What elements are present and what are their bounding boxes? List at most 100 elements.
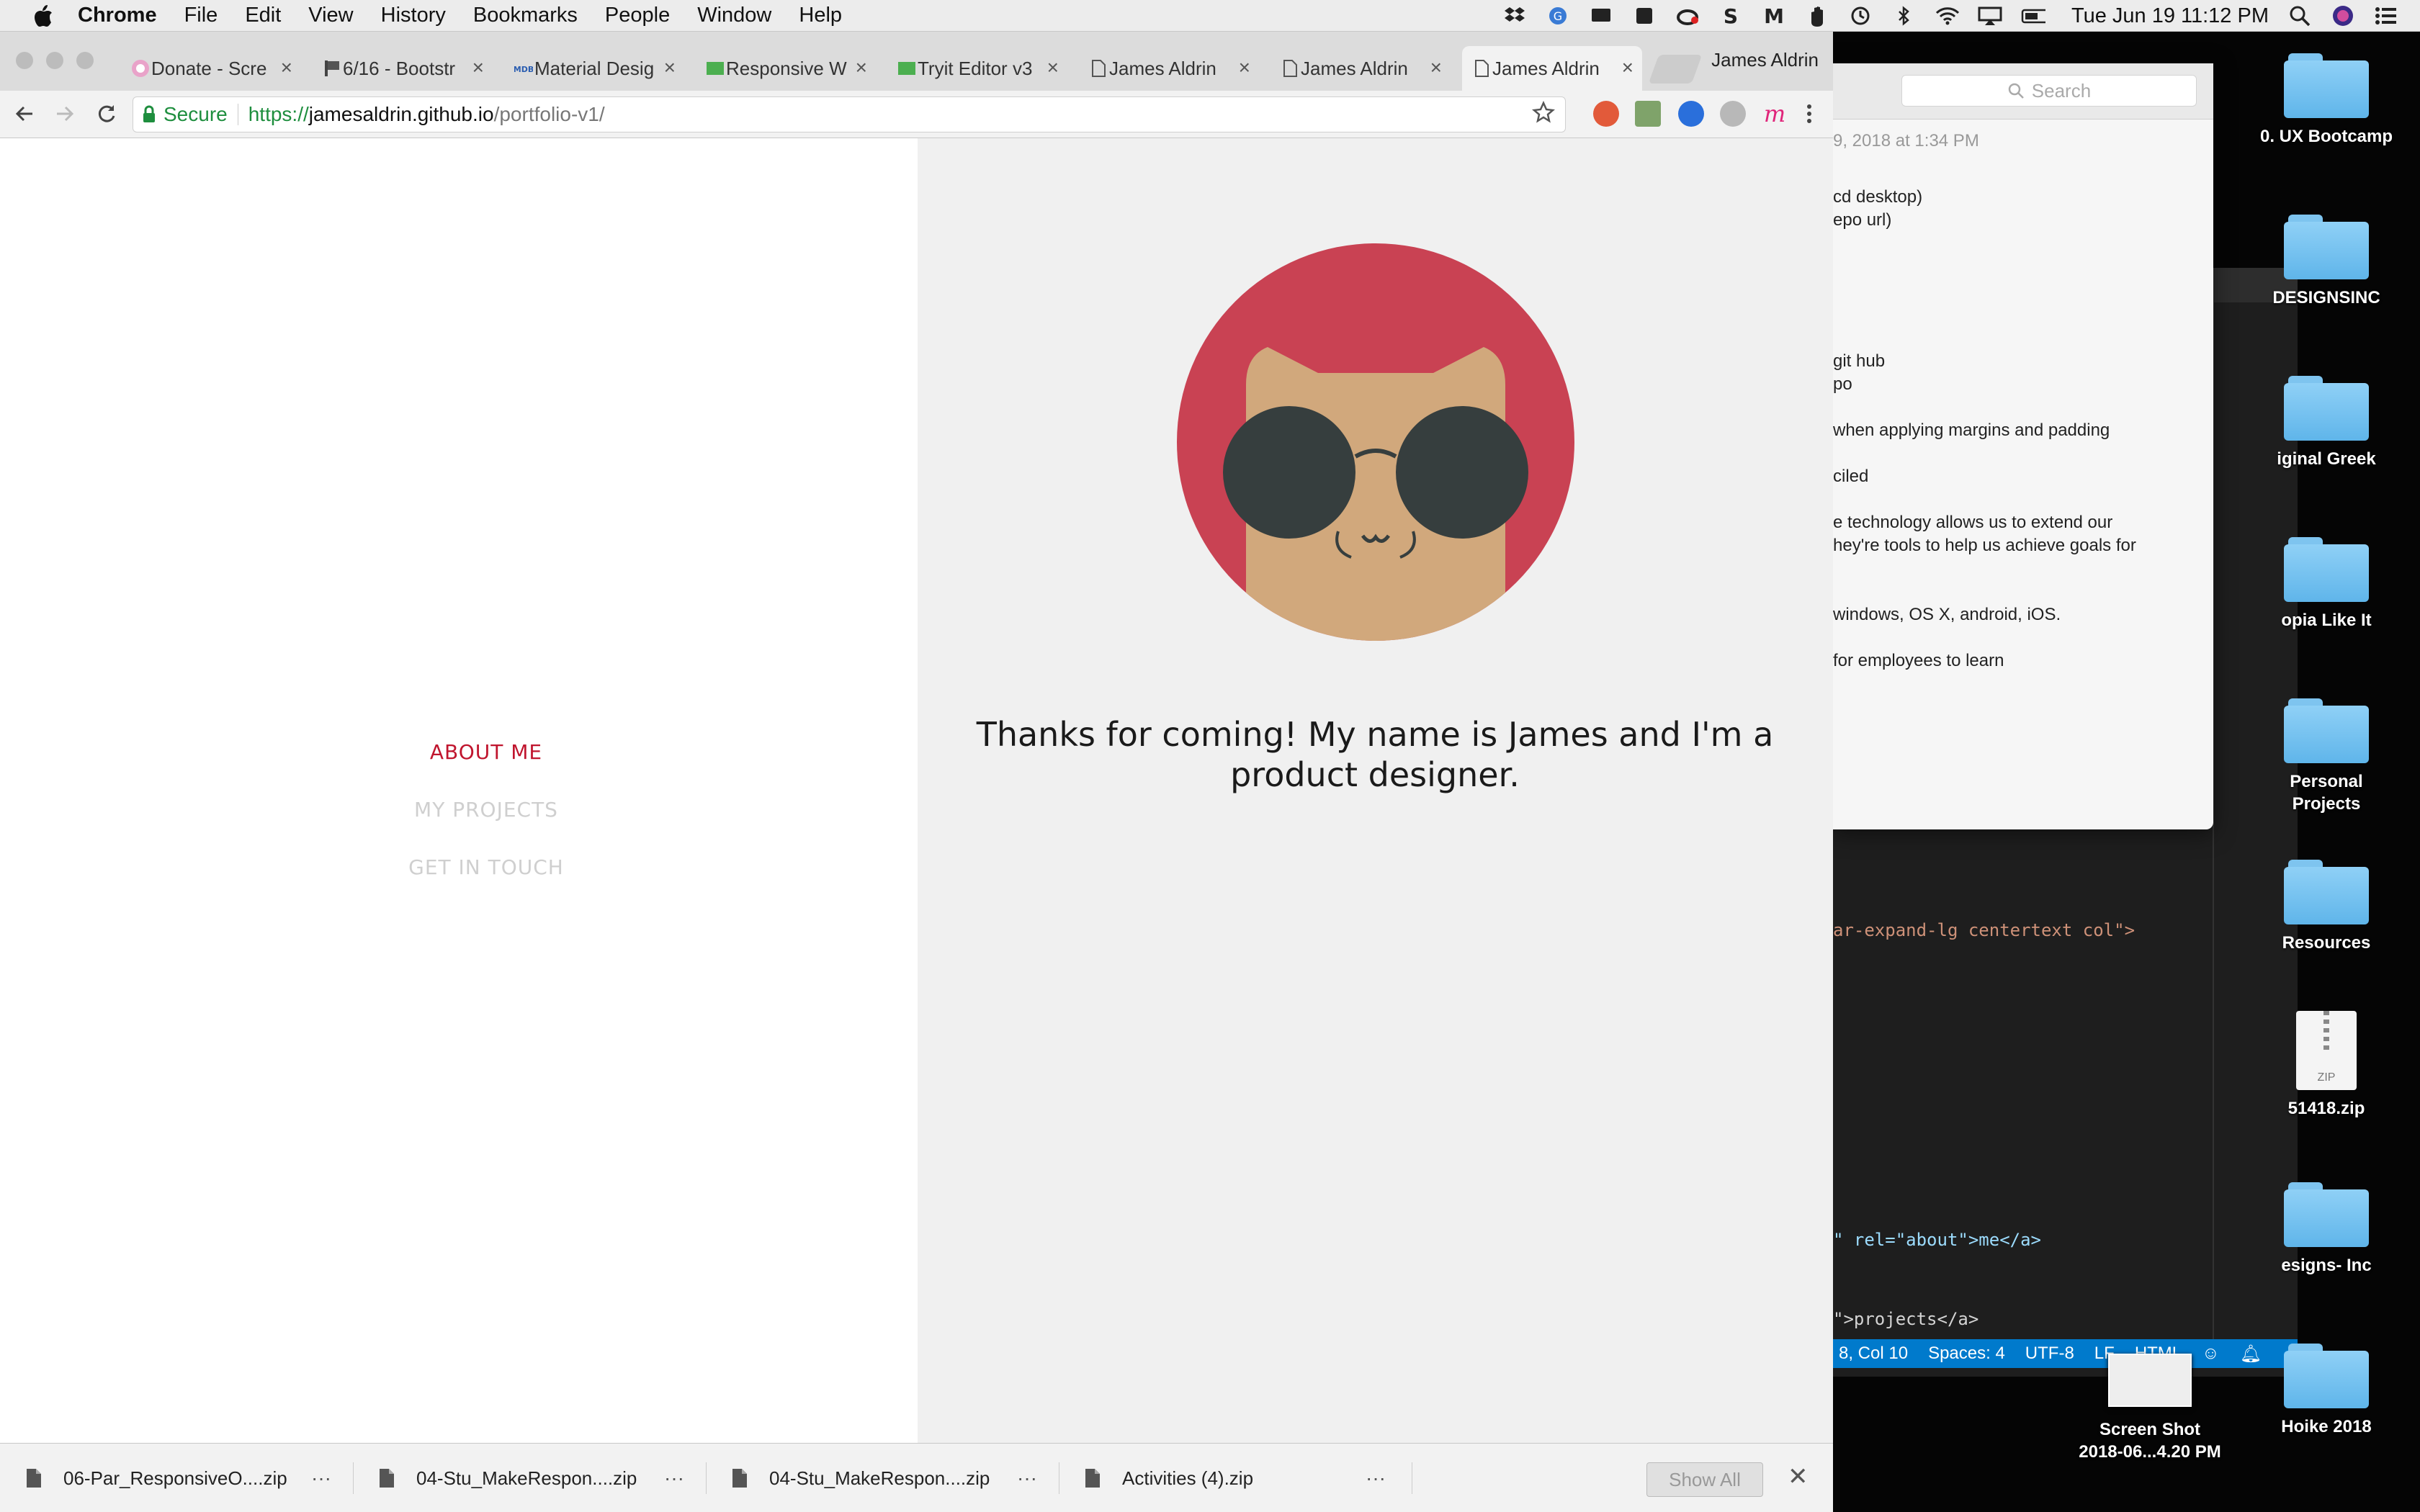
extension-icon[interactable] <box>1635 101 1661 127</box>
browser-tab[interactable]: James Aldrin × <box>1270 46 1451 91</box>
grammarly-icon[interactable]: G <box>1546 4 1570 28</box>
menu-app-name[interactable]: Chrome <box>78 4 157 27</box>
download-item[interactable]: Activities (4).zip ··· <box>1085 1444 1394 1512</box>
show-all-button[interactable]: Show All <box>1646 1462 1763 1497</box>
desktop-file-label: 51418.zip <box>2287 1099 2365 1118</box>
notification-center-icon[interactable] <box>2374 4 2398 28</box>
wifi-icon[interactable] <box>1935 4 1959 28</box>
status-encoding[interactable]: UTF-8 <box>2025 1344 2074 1364</box>
browser-tab[interactable]: James Aldrin × <box>1079 46 1259 91</box>
tab-close-icon[interactable]: × <box>856 56 867 79</box>
sync-icon[interactable] <box>1848 4 1873 28</box>
menubar-clock[interactable]: Tue Jun 19 11:12 PM <box>2071 4 2269 28</box>
secure-indicator[interactable]: Secure <box>142 103 228 126</box>
nav-my-projects[interactable]: MY PROJECTS <box>0 798 972 822</box>
tab-close-icon[interactable]: × <box>1622 56 1634 79</box>
new-tab-button[interactable] <box>1648 55 1703 84</box>
menu-history[interactable]: History <box>381 4 446 27</box>
desktop-folder[interactable]: iginal Greek <box>2254 376 2398 470</box>
more-options-icon[interactable]: ··· <box>1366 1467 1386 1490</box>
evernote-icon[interactable] <box>1632 4 1657 28</box>
download-filename: Activities (4).zip <box>1122 1467 1254 1489</box>
nav-about-me[interactable]: ABOUT ME <box>0 740 972 764</box>
more-options-icon[interactable]: ··· <box>311 1467 331 1490</box>
airplay-icon[interactable] <box>1978 4 2002 28</box>
menu-bookmarks[interactable]: Bookmarks <box>473 4 578 27</box>
tab-close-icon[interactable]: × <box>281 56 292 79</box>
menu-window[interactable]: Window <box>697 4 771 27</box>
status-indentation[interactable]: Spaces: 4 <box>1928 1344 2005 1364</box>
download-item[interactable]: 06-Par_ResponsiveO....zip ··· <box>26 1444 336 1512</box>
creative-cloud-icon[interactable] <box>1675 4 1700 28</box>
reload-button[interactable] <box>92 99 121 128</box>
status-cursor-position[interactable]: 8, Col 10 <box>1839 1344 1908 1364</box>
chrome-menu-button[interactable] <box>1796 101 1822 127</box>
desktop-screenshot-file[interactable]: Screen Shot 2018-06...4.20 PM <box>2078 1354 2222 1463</box>
desktop-folder[interactable]: DESIGNSINC <box>2254 215 2398 309</box>
menu-people[interactable]: People <box>605 4 670 27</box>
close-downloads-icon[interactable]: ✕ <box>1788 1462 1809 1491</box>
browser-tab[interactable]: 6/16 - Bootstr × <box>313 46 493 91</box>
tab-close-icon[interactable]: × <box>664 56 676 79</box>
desktop-folder[interactable]: opia Like It <box>2254 537 2398 631</box>
bluetooth-icon[interactable] <box>1891 4 1916 28</box>
profile-name[interactable]: James Aldrin <box>1711 49 1819 71</box>
back-button[interactable] <box>10 99 39 128</box>
desktop-folder[interactable]: Hoike 2018 <box>2254 1344 2398 1438</box>
more-options-icon[interactable]: ··· <box>664 1467 684 1490</box>
menu-file[interactable]: File <box>184 4 218 27</box>
tab-close-icon[interactable]: × <box>1239 56 1250 79</box>
zoom-window-button[interactable] <box>76 52 94 69</box>
siri-icon[interactable] <box>2331 4 2355 28</box>
desktop-folder[interactable]: 0. UX Bootcamp <box>2254 53 2398 148</box>
apple-icon[interactable] <box>24 0 62 32</box>
desktop-zip-file[interactable]: ZIP 51418.zip <box>2254 1011 2398 1120</box>
screenshot-thumbnail-icon <box>2108 1354 2192 1407</box>
forward-button[interactable] <box>50 99 79 128</box>
skype-icon[interactable]: S <box>1718 4 1743 28</box>
close-window-button[interactable] <box>16 52 33 69</box>
desktop-folder[interactable]: Personal Projects <box>2254 698 2398 815</box>
minimize-window-button[interactable] <box>46 52 63 69</box>
notes-search-field[interactable]: Search <box>1901 75 2197 107</box>
download-item[interactable]: 04-Stu_MakeRespon....zip ··· <box>379 1444 689 1512</box>
browser-tab[interactable]: Donate - Scre × <box>121 46 301 91</box>
tab-close-icon[interactable]: × <box>472 56 484 79</box>
screen-icon[interactable] <box>1589 4 1613 28</box>
notes-window: Search 9, 2018 at 1:34 PM cd desktop) ep… <box>1833 63 2213 829</box>
download-item[interactable]: 04-Stu_MakeRespon....zip ··· <box>732 1444 1041 1512</box>
spotlight-search-icon[interactable] <box>2287 4 2312 28</box>
desktop-folder[interactable]: esigns- Inc <box>2254 1182 2398 1277</box>
note-line: epo url) <box>1833 210 1892 230</box>
cat-avatar-image <box>1177 243 1574 641</box>
address-bar[interactable]: Secure https:// jamesaldrin.github.io /p… <box>133 96 1566 132</box>
download-filename: 06-Par_ResponsiveO....zip <box>63 1467 287 1489</box>
menu-edit[interactable]: Edit <box>245 4 281 27</box>
note-line: for employees to learn <box>1833 651 2004 670</box>
hand-icon[interactable] <box>1805 4 1829 28</box>
tab-close-icon[interactable]: × <box>1047 56 1059 79</box>
extension-icon[interactable] <box>1593 101 1619 127</box>
secure-label: Secure <box>163 103 228 125</box>
note-line: cd desktop) <box>1833 187 1923 207</box>
extension-icon[interactable] <box>1678 101 1704 127</box>
extension-icon[interactable] <box>1720 101 1746 127</box>
more-options-icon[interactable]: ··· <box>1017 1467 1037 1490</box>
desktop-folder[interactable]: Resources <box>2254 860 2398 954</box>
nav-get-in-touch[interactable]: GET IN TOUCH <box>0 855 972 879</box>
dropbox-icon[interactable] <box>1502 4 1527 28</box>
downloads-bar: 06-Par_ResponsiveO....zip ··· 04-Stu_Mak… <box>0 1443 1833 1512</box>
extension-m-icon[interactable]: m <box>1762 101 1788 127</box>
intro-text: Thanks for coming! My name is James and … <box>976 715 1774 794</box>
reload-icon <box>98 105 115 122</box>
menu-help[interactable]: Help <box>799 4 842 27</box>
battery-icon[interactable] <box>2021 4 2045 28</box>
bookmark-star-icon[interactable] <box>1532 100 1555 129</box>
browser-tab[interactable]: MDB Material Desig × <box>504 46 684 91</box>
malwarebytes-icon[interactable]: M <box>1762 4 1786 28</box>
browser-tab[interactable]: Responsive W × <box>696 46 876 91</box>
menu-view[interactable]: View <box>308 4 353 27</box>
browser-tab[interactable]: Tryit Editor v3 × <box>887 46 1067 91</box>
tab-close-icon[interactable]: × <box>1430 56 1442 79</box>
browser-tab-active[interactable]: James Aldrin × <box>1462 46 1642 91</box>
